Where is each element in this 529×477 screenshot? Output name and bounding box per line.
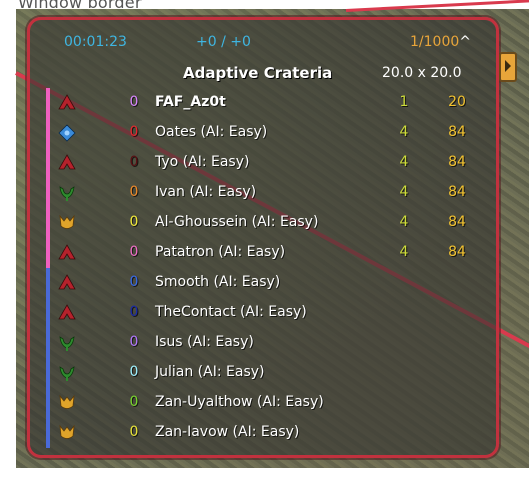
player-row[interactable]: 0 TheContact (AI: Easy) [52, 298, 482, 328]
player-team-number: 0 [129, 184, 139, 200]
player-team-number: 0 [129, 124, 139, 140]
cybran-icon [58, 334, 76, 352]
map-size: 20.0 x 20.0 [382, 65, 462, 81]
player-team-number: 0 [129, 334, 139, 350]
player-team-number: 0 [129, 244, 139, 260]
player-games: 84 [448, 214, 466, 230]
player-row[interactable]: 0 Zan-Uyalthow (AI: Easy) [52, 388, 482, 418]
player-games: 84 [448, 184, 466, 200]
player-rating: 4 [399, 154, 409, 170]
player-rating: 4 [399, 124, 409, 140]
player-team-number: 0 [129, 424, 139, 440]
player-team-number: 0 [129, 274, 139, 290]
player-team-number: 0 [129, 214, 139, 230]
uef-icon [58, 274, 76, 292]
seraphim-icon [58, 214, 76, 232]
player-name: TheContact (AI: Easy) [155, 304, 307, 320]
player-team-number: 0 [129, 304, 139, 320]
player-team-number: 0 [129, 94, 139, 110]
player-row[interactable]: 0 Tyo (AI: Easy) 4 84 [52, 148, 482, 178]
player-row[interactable]: 0 Isus (AI: Easy) [52, 328, 482, 358]
seraphim-icon [58, 424, 76, 442]
player-rating: 4 [399, 184, 409, 200]
player-name: Tyo (AI: Easy) [155, 154, 250, 170]
player-games: 84 [448, 124, 466, 140]
player-name: Oates (AI: Easy) [155, 124, 268, 140]
player-team-number: 0 [129, 154, 139, 170]
player-name: FAF_Az0t [155, 94, 226, 110]
player-row[interactable]: 0 Patatron (AI: Easy) 4 84 [52, 238, 482, 268]
map-name: Adaptive Crateria [183, 64, 333, 82]
cybran-icon [58, 364, 76, 382]
score-delta: +0 / +0 [196, 34, 251, 50]
player-row[interactable]: 0 Oates (AI: Easy) 4 84 [52, 118, 482, 148]
cybran-icon [58, 184, 76, 202]
player-rating: 4 [399, 244, 409, 260]
player-row[interactable]: 0 Al-Ghoussein (AI: Easy) 4 84 [52, 208, 482, 238]
player-games: 84 [448, 244, 466, 260]
uef-icon [58, 154, 76, 172]
panel-collapse-tab[interactable] [499, 52, 517, 82]
player-rating: 1 [399, 94, 409, 110]
player-team-number: 0 [129, 394, 139, 410]
player-games: 20 [448, 94, 466, 110]
unit-cap-value: 1/1000 [410, 34, 460, 50]
unit-cap: 1/1000^ [410, 34, 471, 50]
player-row[interactable]: 0 FAF_Az0t 1 20 [52, 88, 482, 118]
player-name: Isus (AI: Easy) [155, 334, 254, 350]
player-row[interactable]: 0 Smooth (AI: Easy) [52, 268, 482, 298]
game-timer: 00:01:23 [64, 34, 127, 50]
uef-icon [58, 94, 76, 112]
player-name: Julian (AI: Easy) [155, 364, 265, 380]
uef-icon [58, 304, 76, 322]
player-row[interactable]: 0 Julian (AI: Easy) [52, 358, 482, 388]
player-name: Smooth (AI: Easy) [155, 274, 281, 290]
aeon-icon [58, 124, 76, 142]
player-row[interactable]: 0 Zan-Iavow (AI: Easy) [52, 418, 482, 448]
player-name: Zan-Uyalthow (AI: Easy) [155, 394, 324, 410]
player-rating: 4 [399, 214, 409, 230]
collapse-caret-icon[interactable]: ^ [459, 34, 471, 50]
player-games: 84 [448, 154, 466, 170]
player-name: Patatron (AI: Easy) [155, 244, 286, 260]
player-row[interactable]: 0 Ivan (AI: Easy) 4 84 [52, 178, 482, 208]
player-name: Zan-Iavow (AI: Easy) [155, 424, 300, 440]
team-2-bar [46, 268, 50, 448]
team-1-bar [46, 88, 50, 268]
player-name: Al-Ghoussein (AI: Easy) [155, 214, 319, 230]
seraphim-icon [58, 394, 76, 412]
uef-icon [58, 244, 76, 262]
player-name: Ivan (AI: Easy) [155, 184, 257, 200]
player-team-number: 0 [129, 364, 139, 380]
map-boundary-line [345, 0, 529, 12]
